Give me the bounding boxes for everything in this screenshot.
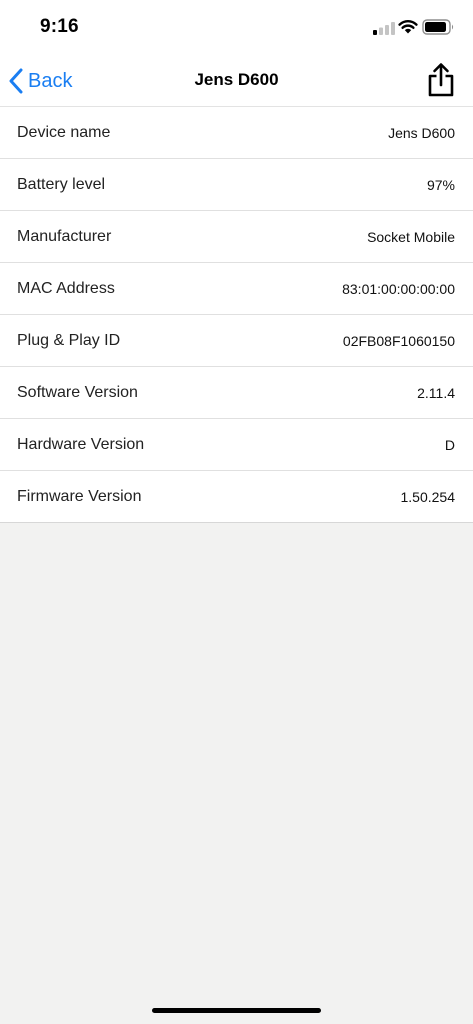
info-row-battery-level: Battery level 97% [0,159,473,211]
share-button[interactable] [426,62,456,98]
top-area: 9:16 Back Jens D600 [0,0,473,106]
info-value: Jens D600 [388,124,455,141]
info-label: Manufacturer [17,227,112,245]
info-value: 97% [426,176,455,193]
info-row-firmware-version: Firmware Version 1.50.254 [0,471,473,522]
info-row-mac-address: MAC Address 83:01:00:00:00:00 [0,263,473,315]
wifi-icon [398,20,418,34]
info-label: MAC Address [17,279,115,297]
share-icon [428,63,454,97]
info-label: Hardware Version [17,435,145,453]
cellular-signal-icon [373,22,395,35]
info-label: Software Version [17,383,138,401]
home-indicator[interactable] [152,1008,321,1013]
page-title: Jens D600 [194,70,279,89]
info-label: Plug & Play ID [17,331,121,349]
info-value: 1.50.254 [400,488,456,505]
info-row-software-version: Software Version 2.11.4 [0,367,473,419]
info-label: Device name [17,123,111,141]
status-bar: 9:16 [0,0,473,56]
info-row-manufacturer: Manufacturer Socket Mobile [0,211,473,263]
info-label: Firmware Version [17,487,142,505]
info-row-plug-and-play-id: Plug & Play ID 02FB08F1060150 [0,315,473,367]
info-label: Battery level [17,175,106,193]
navigation-bar: Back Jens D600 [0,56,473,106]
status-time: 9:16 [40,16,79,37]
info-row-hardware-version: Hardware Version D [0,419,473,471]
info-value: D [444,436,455,453]
info-row-device-name: Device name Jens D600 [0,107,473,159]
info-value: Socket Mobile [367,228,455,245]
info-value: 2.11.4 [417,384,455,401]
battery-icon [422,19,454,35]
info-value: 83:01:00:00:00:00 [342,280,455,297]
device-info-table: Device name Jens D600 Battery level 97% … [0,106,473,523]
info-value: 02FB08F1060150 [342,332,455,349]
